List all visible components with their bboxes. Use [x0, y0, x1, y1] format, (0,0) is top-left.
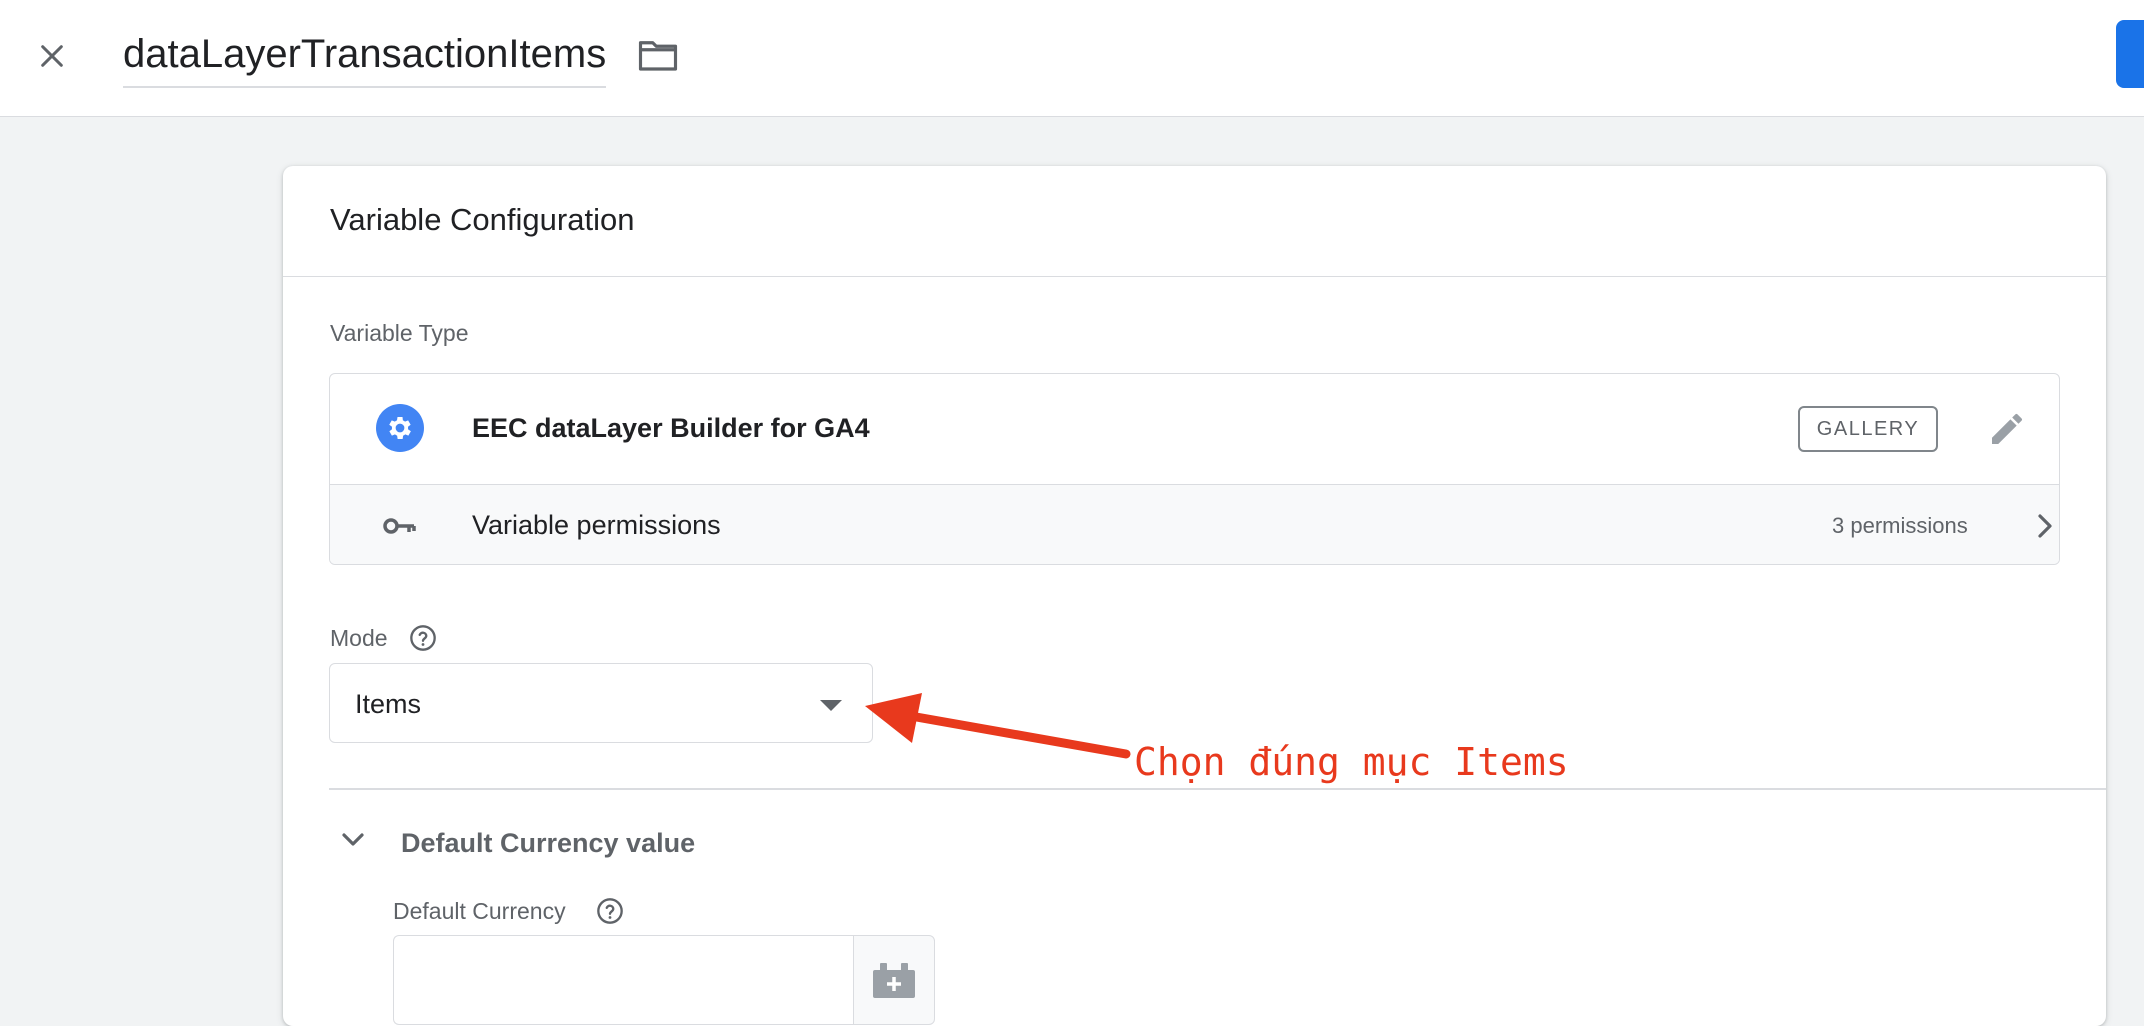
save-button[interactable]: [2116, 20, 2144, 88]
chevron-right-icon: [2030, 509, 2059, 543]
gallery-badge: GALLERY: [1798, 406, 1938, 452]
card-header: Variable Configuration: [283, 166, 2106, 277]
top-bar: dataLayerTransactionItems: [0, 0, 2144, 117]
annotation-text: Chọn đúng mục Items: [1134, 740, 1569, 784]
help-circle-icon[interactable]: [596, 897, 624, 925]
card-title: Variable Configuration: [330, 202, 635, 237]
dropdown-arrow-icon: [820, 700, 842, 711]
permissions-count: 3 permissions: [1832, 513, 1968, 538]
chevron-down-icon: [342, 833, 364, 846]
key-icon: [382, 509, 418, 543]
variable-type-name: EEC dataLayer Builder for GA4: [472, 413, 870, 443]
mode-label: Mode: [330, 625, 388, 651]
default-currency-section-title: Default Currency value: [401, 828, 696, 858]
default-currency-input[interactable]: [393, 935, 853, 1025]
variable-picker-button[interactable]: [853, 935, 935, 1025]
variable-configuration-card: Variable Configuration Variable Type EEC…: [283, 166, 2106, 1026]
variable-permissions-label: Variable permissions: [472, 510, 721, 540]
help-circle-icon[interactable]: [409, 624, 437, 652]
mode-select[interactable]: Items: [329, 663, 873, 743]
variable-type-box: EEC dataLayer Builder for GA4 GALLERY Va…: [329, 373, 2060, 565]
mode-selected-value: Items: [355, 689, 422, 719]
section-divider: [329, 788, 2106, 790]
close-button[interactable]: [28, 28, 76, 84]
variable-permissions-row[interactable]: Variable permissions 3 permissions: [330, 484, 2059, 564]
default-currency-label: Default Currency: [393, 898, 566, 924]
variable-name-title[interactable]: dataLayerTransactionItems: [123, 26, 607, 88]
edit-variable-type-button[interactable]: [1982, 404, 2032, 454]
folder-icon: [638, 41, 678, 71]
collapse-section-button[interactable]: [335, 822, 371, 858]
variable-type-row[interactable]: EEC dataLayer Builder for GA4 GALLERY: [330, 374, 2059, 484]
pencil-icon: [1992, 413, 2022, 444]
close-icon: [41, 45, 63, 67]
folder-button[interactable]: [634, 33, 682, 77]
gear-icon: [376, 404, 424, 452]
variable-type-label: Variable Type: [330, 320, 469, 346]
variable-picker-icon: [873, 963, 915, 998]
